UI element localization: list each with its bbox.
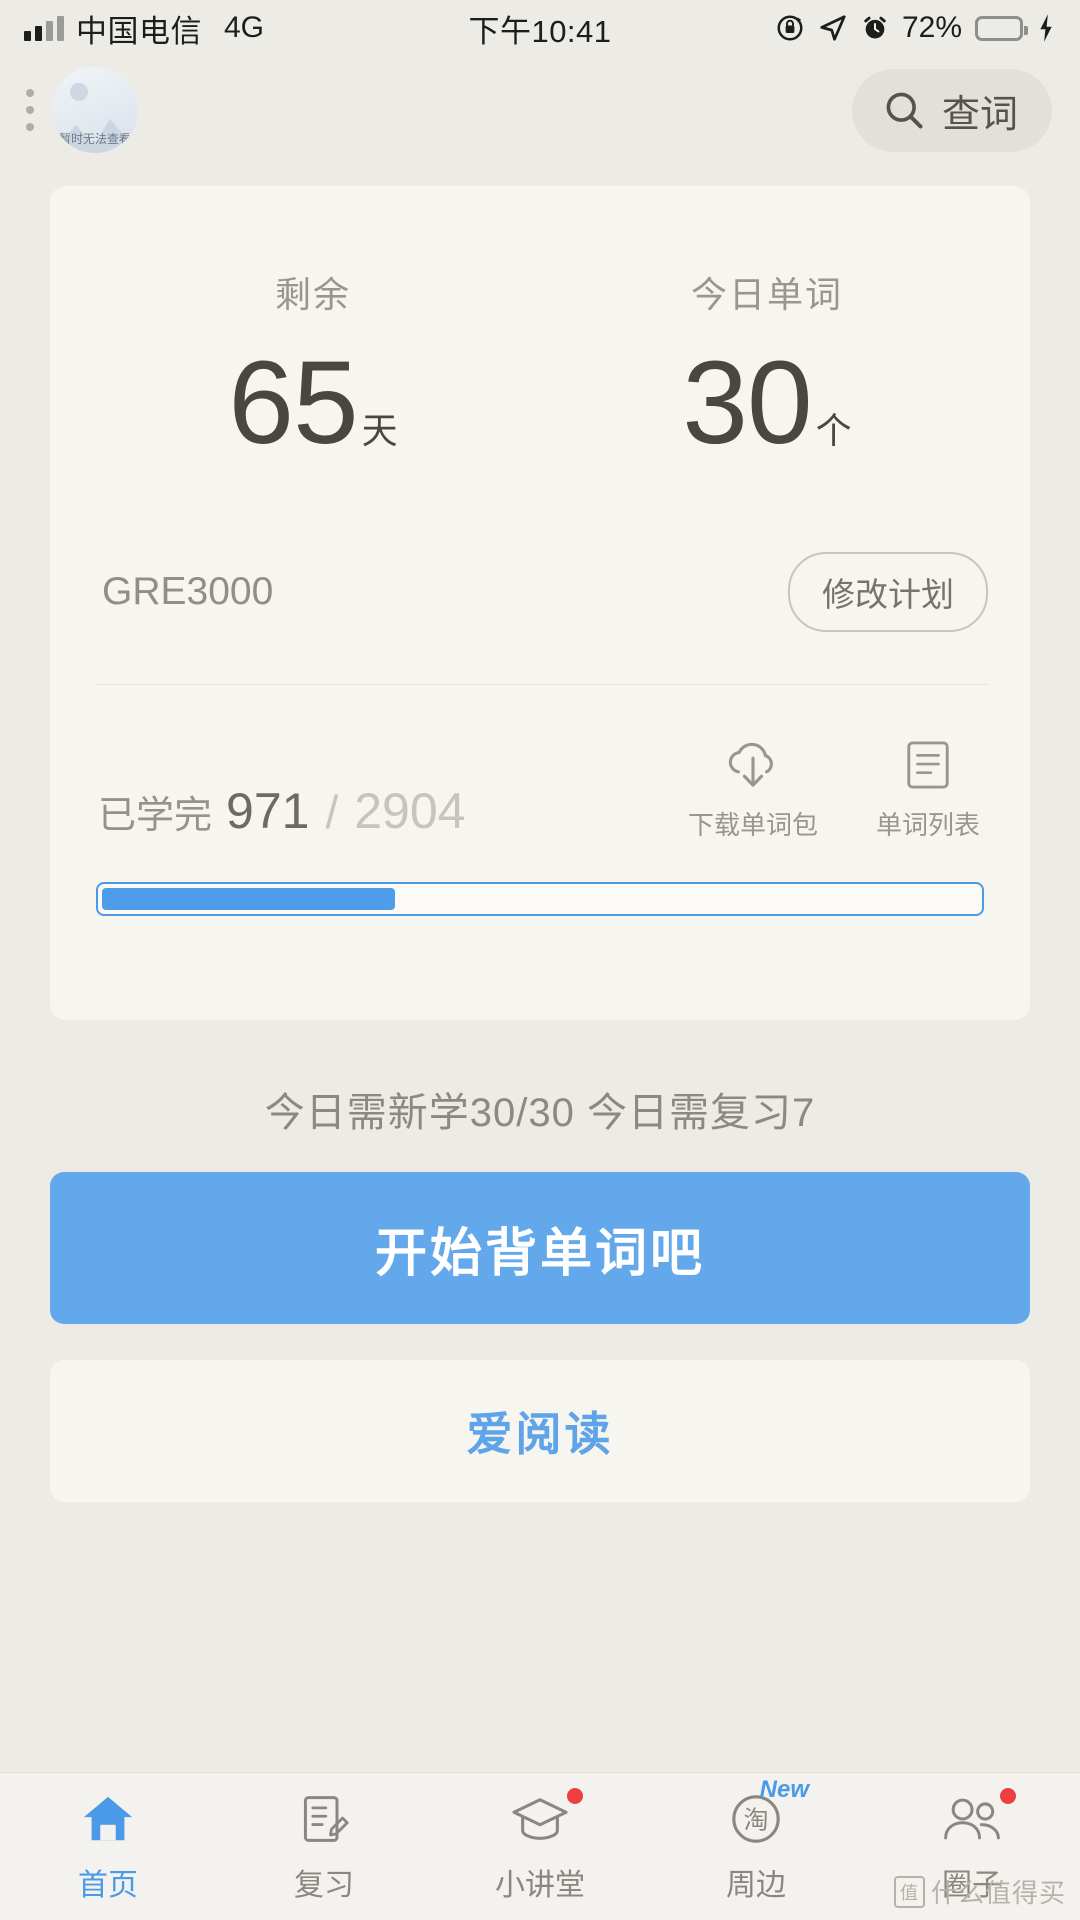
tab-label: 复习 (294, 1868, 354, 1902)
search-icon (886, 92, 923, 129)
status-bar-right: 72% (775, 11, 1056, 45)
learned-done: 971 (226, 783, 310, 839)
tab-home[interactable]: 首页 (0, 1773, 216, 1920)
tab-review[interactable]: 复习 (216, 1773, 432, 1920)
graduation-cap-icon (509, 1787, 583, 1848)
action-label: 单词列表 (875, 810, 980, 840)
edit-plan-button[interactable]: 修改计划 (788, 552, 988, 632)
read-card[interactable]: 爱阅读 (50, 1360, 1030, 1502)
notebook-pen-icon (298, 1790, 350, 1848)
word-list-button[interactable]: 单词列表 (876, 737, 980, 842)
people-group-icon (940, 1787, 1016, 1848)
watermark-text: 什么值得买 (930, 1878, 1066, 1908)
plan-card: 剩余 65 天 今日单词 30 个 GRE3000 修改计划 已学完 971 /… (50, 186, 1030, 1020)
stat-today-words: 今日单词 30 个 (540, 266, 994, 462)
cloud-download-icon (728, 742, 773, 787)
stat-days-remaining: 剩余 65 天 (86, 266, 540, 462)
action-label: 下载单词包 (687, 810, 818, 840)
app-header: 暂时无法查看 查词 (0, 56, 1080, 164)
learned-label: 已学完 (98, 795, 213, 837)
charging-bolt-icon (1040, 14, 1052, 42)
avatar-caption: 暂时无法查看 (59, 131, 131, 146)
stat-caption: 剩余 (274, 274, 351, 315)
stat-unit: 天 (361, 410, 398, 451)
carrier-label: 中国电信 (76, 13, 202, 49)
tab-around[interactable]: 淘 New 周边 (648, 1773, 864, 1920)
badge-dot (567, 1787, 583, 1804)
stat-unit: 个 (815, 410, 852, 451)
location-arrow-icon (820, 15, 846, 41)
watermark-mark: 值 (893, 1875, 925, 1908)
stat-caption: 今日单词 (690, 274, 843, 315)
svg-text:淘: 淘 (743, 1806, 768, 1834)
tab-classroom[interactable]: 小讲堂 (432, 1773, 648, 1920)
plan-name: GRE3000 (102, 570, 274, 613)
app-root: 中国电信 4G 下午10:41 72% 暂时无法查看 查词 剩余 65 天 今日… (0, 0, 1080, 1920)
broken-image-sun-icon (70, 83, 88, 101)
read-card-label: 爱阅读 (466, 1408, 614, 1460)
home-icon (79, 1790, 137, 1848)
main-content: 剩余 65 天 今日单词 30 个 GRE3000 修改计划 已学完 971 /… (0, 164, 1080, 1772)
search-label: 查词 (941, 93, 1018, 136)
tab-label: 首页 (78, 1868, 138, 1902)
progress-row: 已学完 971 / 2904 下载单词包 单词列表 (86, 685, 994, 842)
status-bar: 中国电信 4G 下午10:41 72% (0, 0, 1080, 56)
word-list-icon (907, 741, 949, 789)
battery-percent-label: 72% (901, 11, 962, 44)
more-vertical-icon[interactable] (14, 89, 46, 131)
learned-separator: / (325, 786, 339, 838)
download-wordpack-button[interactable]: 下载单词包 (688, 737, 818, 842)
card-actions: 下载单词包 单词列表 (688, 737, 986, 842)
card-bottom-spacer (86, 916, 994, 1020)
learned-total: 2904 (354, 783, 466, 839)
bottom-tab-bar: 首页 复习 小讲堂 淘 New 周边 圈子 值 什么值得买 (0, 1772, 1080, 1920)
stats-row: 剩余 65 天 今日单词 30 个 (86, 186, 994, 462)
progress-bar (96, 882, 984, 916)
avatar[interactable]: 暂时无法查看 (52, 67, 138, 153)
tab-label: 小讲堂 (495, 1868, 585, 1902)
stat-value: 65 (228, 337, 358, 469)
plan-row: GRE3000 修改计划 (86, 462, 994, 632)
learned-counter: 已学完 971 / 2904 (98, 782, 465, 842)
watermark: 值 什么值得买 (893, 1873, 1066, 1910)
alarm-clock-icon (864, 16, 886, 39)
badge-new: New (759, 1775, 809, 1803)
rotation-lock-icon (777, 15, 803, 41)
stat-value: 30 (682, 337, 812, 469)
today-summary: 今日需新学30/30 今日需复习7 (264, 1091, 816, 1135)
taobao-circle-icon: 淘 New (729, 1776, 809, 1848)
network-type-label: 4G (224, 11, 265, 44)
search-button[interactable]: 查词 (851, 68, 1052, 152)
battery-icon (975, 15, 1028, 41)
signal-strength-icon (24, 15, 64, 41)
status-bar-left: 中国电信 4G (24, 6, 264, 51)
progress-bar-fill (102, 888, 395, 910)
badge-dot (1000, 1787, 1016, 1804)
start-study-button[interactable]: 开始背单词吧 (50, 1172, 1030, 1324)
tab-label: 周边 (726, 1868, 786, 1902)
